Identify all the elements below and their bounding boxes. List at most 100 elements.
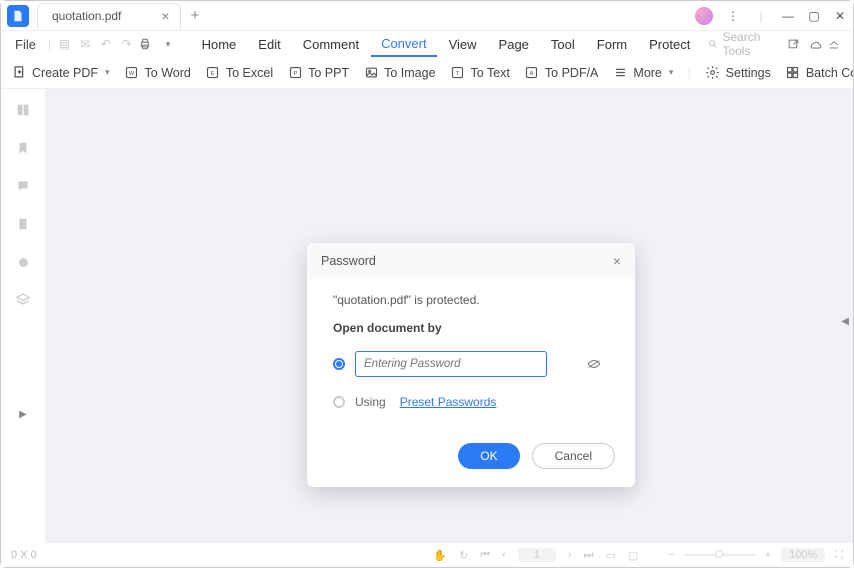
fit-page-icon[interactable]: ▢ <box>628 549 638 562</box>
to-text-button[interactable]: T To Text <box>450 65 510 81</box>
zoom-controls: − + 100% ⛶ <box>668 548 843 562</box>
page-number[interactable]: 1 <box>518 548 556 562</box>
svg-text:P: P <box>293 71 297 77</box>
attachment-icon[interactable] <box>14 215 32 233</box>
document-tab[interactable]: quotation.pdf × <box>37 3 181 29</box>
to-ppt-button[interactable]: P To PPT <box>287 65 349 81</box>
expand-sidebar-icon[interactable]: ▶ <box>14 405 32 423</box>
thumbnails-icon[interactable] <box>14 101 32 119</box>
svg-text:E: E <box>211 71 215 77</box>
comment-icon[interactable] <box>14 177 32 195</box>
settings-button[interactable]: Settings <box>705 65 771 81</box>
radio-enter-password[interactable] <box>333 358 345 370</box>
cursor-coords: 0 X 0 <box>11 549 37 561</box>
undo-icon[interactable]: ↶ <box>97 37 116 51</box>
using-label: Using <box>355 395 386 409</box>
left-sidebar: ▶ <box>1 89 45 543</box>
svg-text:A: A <box>530 71 534 77</box>
tab-title: quotation.pdf <box>52 9 121 23</box>
svg-text:W: W <box>129 71 135 77</box>
zoom-in-icon[interactable]: + <box>765 549 771 561</box>
toggle-password-visibility-icon[interactable] <box>587 359 601 369</box>
dialog-header: Password × <box>307 243 635 279</box>
expand-right-panel-icon[interactable]: ◀ <box>841 316 849 327</box>
batch-convert-button[interactable]: Batch Conve <box>785 65 853 81</box>
prev-page-icon[interactable]: ‹ <box>502 549 506 561</box>
excel-icon: E <box>205 65 221 81</box>
new-tab-button[interactable]: + <box>191 7 200 24</box>
svg-text:T: T <box>456 71 460 77</box>
last-page-icon[interactable]: ⏭ <box>584 549 594 562</box>
user-avatar[interactable] <box>695 7 713 25</box>
dialog-close-icon[interactable]: × <box>613 253 621 269</box>
file-menu[interactable]: File <box>7 37 44 52</box>
more-icon <box>612 65 628 81</box>
word-icon: W <box>124 65 140 81</box>
menu-edit[interactable]: Edit <box>248 33 290 56</box>
mail-icon[interactable]: ✉ <box>76 37 95 51</box>
zoom-slider[interactable] <box>685 554 755 556</box>
search-placeholder: Search Tools <box>722 30 780 58</box>
zoom-out-icon[interactable]: − <box>668 549 674 561</box>
next-page-icon[interactable]: › <box>568 549 572 561</box>
cancel-button[interactable]: Cancel <box>532 443 615 469</box>
redo-icon[interactable]: ↷ <box>117 37 136 51</box>
save-icon[interactable]: ▤ <box>55 37 74 51</box>
ppt-icon: P <box>287 65 303 81</box>
first-page-icon[interactable]: ⏮ <box>480 549 490 562</box>
maximize-button[interactable]: ▢ <box>801 9 827 23</box>
more-button[interactable]: More▾ <box>612 65 673 81</box>
menu-page[interactable]: Page <box>489 33 539 56</box>
cloud-icon[interactable] <box>808 37 827 51</box>
pdfa-icon: A <box>524 65 540 81</box>
menu-home[interactable]: Home <box>192 33 247 56</box>
fit-width-icon[interactable]: ▭ <box>605 549 615 562</box>
to-pdfa-button[interactable]: A To PDF/A <box>524 65 599 81</box>
titlebar: quotation.pdf × + ⋮ | ― ▢ ✕ <box>1 1 853 31</box>
bookmark-icon[interactable] <box>14 139 32 157</box>
ok-button[interactable]: OK <box>458 443 519 469</box>
gear-icon <box>705 65 721 81</box>
menu-view[interactable]: View <box>439 33 487 56</box>
fullscreen-icon[interactable]: ⛶ <box>835 549 843 562</box>
close-tab-icon[interactable]: × <box>161 9 169 23</box>
to-word-button[interactable]: W To Word <box>124 65 191 81</box>
print-icon[interactable] <box>138 37 157 51</box>
menu-comment[interactable]: Comment <box>293 33 369 56</box>
rotate-icon[interactable]: ↻ <box>459 549 468 562</box>
preset-passwords-link[interactable]: Preset Passwords <box>400 395 497 409</box>
menu-tool[interactable]: Tool <box>541 33 585 56</box>
statusbar: 0 X 0 ✋ ↻ ⏮ ‹ 1 › ⏭ ▭ ▢ − + 100% ⛶ <box>1 543 853 567</box>
kebab-menu-icon[interactable]: ⋮ <box>719 9 747 23</box>
close-window-button[interactable]: ✕ <box>827 9 853 23</box>
menubar: File | ▤ ✉ ↶ ↷ ▾ Home Edit Comment Conve… <box>1 31 853 57</box>
create-pdf-icon <box>11 65 27 81</box>
share-icon[interactable] <box>787 38 806 51</box>
create-pdf-button[interactable]: Create PDF▾ <box>11 65 110 81</box>
menu-form[interactable]: Form <box>587 33 637 56</box>
minimize-button[interactable]: ― <box>775 9 801 23</box>
collapse-ribbon-icon[interactable] <box>828 38 847 50</box>
search-tools[interactable]: Search Tools <box>704 30 784 58</box>
field-icon[interactable] <box>14 253 32 271</box>
image-icon <box>363 65 379 81</box>
menu-protect[interactable]: Protect <box>639 33 700 56</box>
workspace: ▶ ◀ Password × "quotation.pdf" is protec… <box>1 89 853 543</box>
print-dropdown-icon[interactable]: ▾ <box>159 39 178 50</box>
dialog-title: Password <box>321 254 376 268</box>
divider: | <box>747 9 775 23</box>
radio-preset-passwords[interactable] <box>333 396 345 408</box>
to-excel-button[interactable]: E To Excel <box>205 65 273 81</box>
layers-icon[interactable] <box>14 291 32 309</box>
password-input[interactable] <box>355 351 547 377</box>
dialog-message: "quotation.pdf" is protected. <box>333 293 609 307</box>
hand-tool-icon[interactable]: ✋ <box>433 549 447 562</box>
dialog-subtitle: Open document by <box>333 321 609 335</box>
convert-toolbar: Create PDF▾ W To Word E To Excel P To PP… <box>1 57 853 89</box>
batch-icon <box>785 65 801 81</box>
to-image-button[interactable]: To Image <box>363 65 435 81</box>
menu-convert[interactable]: Convert <box>371 32 437 57</box>
password-dialog: Password × "quotation.pdf" is protected.… <box>307 243 635 487</box>
text-icon: T <box>450 65 466 81</box>
zoom-percent[interactable]: 100% <box>781 548 825 562</box>
